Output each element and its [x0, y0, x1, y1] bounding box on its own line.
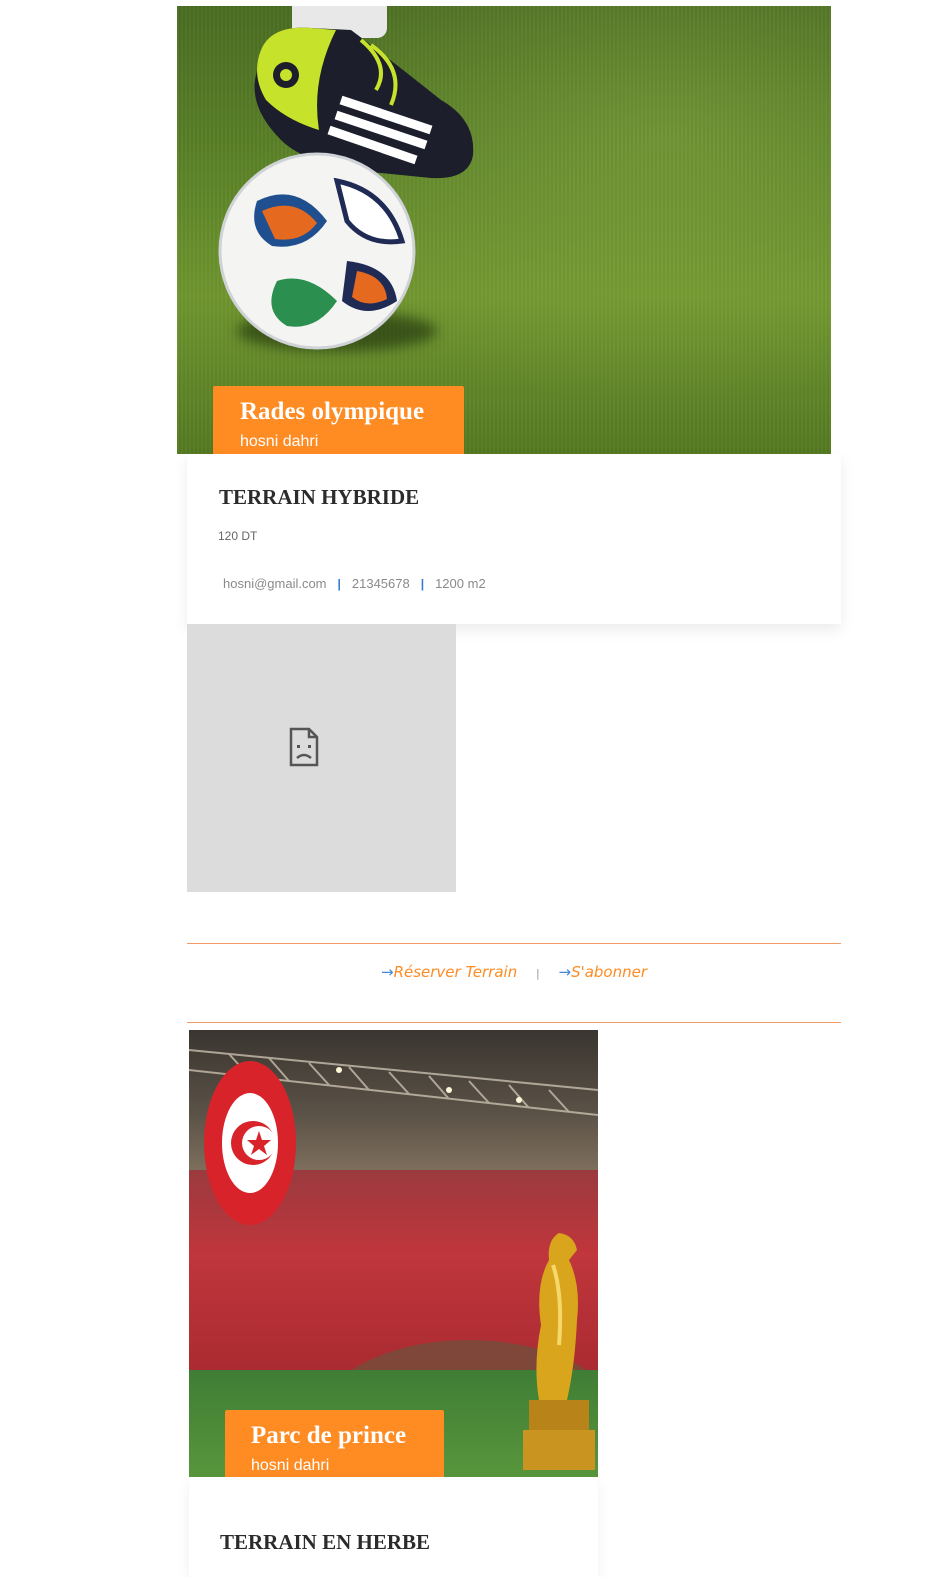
owner-name: hosni dahri: [251, 1457, 330, 1474]
football-icon: [218, 152, 416, 350]
trophy-icon: [523, 1233, 595, 1470]
reserve-terrain-label: Réserver Terrain: [393, 963, 518, 981]
terrain-type: TERRAIN EN HERBE: [220, 1530, 431, 1554]
meta-separator: |: [420, 577, 425, 591]
arrow-right-icon: →: [558, 963, 572, 981]
terrain-price: 120 DT: [218, 529, 258, 543]
tunisia-flag-icon: [204, 1061, 296, 1225]
reserve-terrain-link[interactable]: →Réserver Terrain: [381, 963, 517, 981]
terrain-meta: hosni@gmail.com | 21345678 | 1200 m2: [223, 576, 486, 591]
arrow-right-icon: →: [380, 963, 394, 981]
area: 1200 m2: [435, 576, 486, 591]
subscribe-label: S'abonner: [571, 963, 648, 981]
terrain-info-card: TERRAIN EN HERBE: [189, 1477, 598, 1577]
terrain-type: TERRAIN HYBRIDE: [219, 485, 420, 509]
broken-image-icon: [289, 727, 319, 767]
terrain-name[interactable]: Parc de prince: [251, 1422, 444, 1450]
page: Rades olympique hosni dahri TERRAIN HYBR…: [0, 0, 925, 1577]
email: hosni@gmail.com: [223, 576, 327, 591]
card-actions: →Réserver Terrain | →S'abonner: [187, 963, 841, 981]
divider: [187, 1022, 841, 1023]
action-separator: |: [535, 967, 540, 980]
terrain-info-card: TERRAIN HYBRIDE 120 DT hosni@gmail.com | 2…: [187, 454, 841, 624]
broken-media-frame: [187, 624, 456, 892]
divider: [187, 943, 841, 944]
terrain-name[interactable]: Rades olympique: [240, 398, 464, 426]
meta-separator: |: [337, 577, 341, 591]
phone: 21345678: [351, 576, 410, 591]
subscribe-link[interactable]: →S'abonner: [558, 963, 647, 981]
owner-name: hosni dahri: [240, 433, 319, 450]
